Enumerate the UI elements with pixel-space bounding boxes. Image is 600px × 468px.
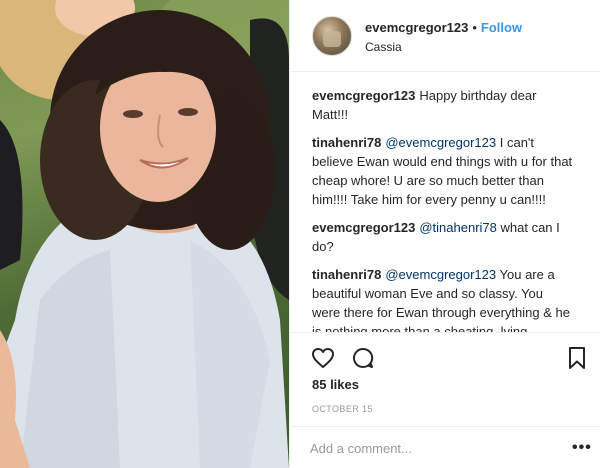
post-details-panel: evemcgregor123 • Follow Cassia evemcgregor… [289,0,600,468]
follow-button[interactable]: Follow [481,20,522,35]
heart-icon[interactable] [310,345,336,371]
comment-item: tinahenri78 @evemcgregor123 You are a bea… [312,265,574,332]
bookmark-icon[interactable] [564,345,590,371]
comment-item: evemcgregor123 Happy birthday dear Matt!!… [312,86,574,124]
post-header: evemcgregor123 • Follow Cassia [290,0,600,72]
comment-composer: ••• [290,426,600,468]
more-options-icon[interactable]: ••• [572,439,592,457]
comment-username[interactable]: tinahenri78 [312,267,381,282]
comment-item: evemcgregor123 @tinahenri78 what can I do… [312,218,574,256]
location-link[interactable]: Cassia [365,40,402,54]
username-row: evemcgregor123 • Follow [365,20,522,35]
comment-mention[interactable]: @evemcgregor123 [385,135,496,150]
comment-username[interactable]: tinahenri78 [312,135,381,150]
separator-dot: • [472,20,477,35]
post-date: OCTOBER 15 [312,404,373,414]
comment-mention[interactable]: @tinahenri78 [419,220,497,235]
add-comment-input[interactable] [310,437,550,459]
comment-mention[interactable]: @evemcgregor123 [385,267,496,282]
comment-username[interactable]: evemcgregor123 [312,220,415,235]
header-username[interactable]: evemcgregor123 [365,20,468,35]
action-bar [290,332,600,380]
likes-count[interactable]: 85 likes [312,377,359,392]
comment-username[interactable]: evemcgregor123 [312,88,415,103]
comment-item: tinahenri78 @evemcgregor123 I can't belie… [312,133,574,209]
avatar[interactable] [312,16,352,56]
comments-list[interactable]: evemcgregor123 Happy birthday dear Matt!!… [312,86,574,332]
post-photo[interactable] [0,0,289,468]
comment-icon[interactable] [350,345,376,371]
portrait-illustration [0,0,289,468]
